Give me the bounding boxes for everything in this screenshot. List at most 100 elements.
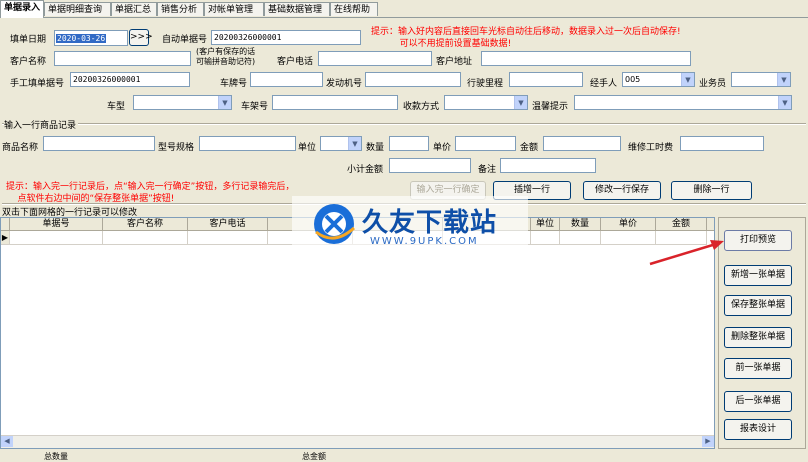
table-cell[interactable] bbox=[10, 231, 103, 245]
chevron-down-icon[interactable]: ▼ bbox=[777, 73, 790, 86]
tab-entry[interactable]: 单据录入 bbox=[0, 0, 44, 18]
tab-strip: 单据录入 单据明细查询 单据汇总 销售分析 对帐单管理 基础数据管理 在线帮助 bbox=[0, 0, 808, 18]
col-header-more bbox=[707, 218, 714, 231]
watermark-url: WWW.9UPK.COM bbox=[370, 236, 479, 247]
handler-label: 经手人 bbox=[590, 79, 618, 89]
scroll-left-icon[interactable]: ◀ bbox=[1, 436, 13, 447]
tip-select[interactable]: ▼ bbox=[574, 95, 792, 110]
product-name-input[interactable] bbox=[43, 136, 155, 151]
new-bill-button[interactable]: 新增一张单据 bbox=[724, 265, 792, 286]
remark-input[interactable] bbox=[500, 158, 596, 173]
auto-no-input[interactable]: 20200326000001 bbox=[211, 30, 361, 45]
customer-phone-label: 客户电话 bbox=[277, 57, 314, 67]
subtotal-input[interactable] bbox=[389, 158, 471, 173]
qty-input[interactable] bbox=[389, 136, 429, 151]
handler-value: 005 bbox=[625, 75, 641, 84]
current-row-pointer-icon: ▶ bbox=[1, 231, 10, 245]
tab-help[interactable]: 在线帮助 bbox=[330, 2, 378, 16]
tab-basic-data[interactable]: 基础数据管理 bbox=[264, 2, 330, 16]
total-qty-label: 总数量 bbox=[44, 452, 68, 461]
engine-label: 发动机号 bbox=[326, 79, 363, 89]
customer-name-label: 客户名称 bbox=[10, 57, 47, 67]
delete-row-button[interactable]: 删除一行 bbox=[671, 181, 752, 200]
item-section-divider bbox=[2, 123, 806, 125]
price-label: 单价 bbox=[433, 143, 452, 153]
frame-input[interactable] bbox=[272, 95, 398, 110]
product-name-label: 商品名称 bbox=[2, 143, 39, 153]
print-preview-button[interactable]: 打印预览 bbox=[724, 230, 792, 251]
fill-date-input[interactable]: 2020-03-26 bbox=[54, 30, 128, 46]
col-header-bill-no[interactable]: 单据号 bbox=[10, 218, 103, 231]
spec-input[interactable] bbox=[199, 136, 296, 151]
row-header-corner bbox=[1, 218, 10, 231]
unit-select[interactable]: ▼ bbox=[320, 136, 362, 151]
item-section-title: 输入一行商品记录 bbox=[4, 118, 79, 131]
watermark: 久友下载站 WWW.9UPK.COM bbox=[292, 196, 528, 256]
labor-fee-label: 维修工时费 bbox=[628, 143, 674, 153]
col-header-price[interactable]: 单价 bbox=[601, 218, 656, 231]
manual-no-input[interactable]: 20200326000001 bbox=[70, 72, 190, 87]
modify-row-save-button[interactable]: 修改一行保存 bbox=[583, 181, 661, 200]
qty-label: 数量 bbox=[366, 143, 385, 153]
unit-label: 单位 bbox=[298, 143, 317, 153]
annotation-arrow-icon bbox=[649, 240, 724, 266]
car-type-label: 车型 bbox=[107, 102, 126, 112]
tab-summary[interactable]: 单据汇总 bbox=[111, 2, 157, 16]
tab-statement[interactable]: 对帐单管理 bbox=[204, 2, 264, 16]
customer-phone-input[interactable] bbox=[318, 51, 432, 66]
plate-label: 车牌号 bbox=[220, 79, 248, 89]
spec-label: 型号规格 bbox=[158, 143, 195, 153]
col-header-customer-name[interactable]: 客户名称 bbox=[103, 218, 188, 231]
payment-label: 收款方式 bbox=[403, 102, 440, 112]
table-cell[interactable] bbox=[188, 231, 268, 245]
entry-hint: 提示：输入好内容后直接回车光标自动往后移动，数据录入过一次后自动保存! 可以不用… bbox=[371, 27, 681, 49]
handler-select[interactable]: 005 ▼ bbox=[622, 72, 695, 87]
watermark-brand: 久友下载站 bbox=[362, 208, 498, 238]
save-bill-button[interactable]: 保存整张单据 bbox=[724, 295, 792, 316]
col-header-amount[interactable]: 金额 bbox=[656, 218, 707, 231]
chevron-down-icon[interactable]: ▼ bbox=[681, 73, 694, 86]
chevron-down-icon[interactable]: ▼ bbox=[218, 96, 231, 109]
tab-detail-query[interactable]: 单据明细查询 bbox=[44, 2, 111, 16]
report-design-button[interactable]: 报表设计 bbox=[724, 419, 792, 440]
fill-date-value: 2020-03-26 bbox=[56, 34, 107, 43]
labor-fee-input[interactable] bbox=[680, 136, 764, 151]
mileage-input[interactable] bbox=[509, 72, 583, 87]
salesman-select[interactable]: ▼ bbox=[731, 72, 791, 87]
amount-label: 金额 bbox=[520, 143, 539, 153]
col-header-customer-phone[interactable]: 客户电话 bbox=[188, 218, 268, 231]
engine-input[interactable] bbox=[365, 72, 461, 87]
totals-bar: 总数量 总金额 bbox=[0, 450, 808, 461]
col-header-unit[interactable]: 单位 bbox=[531, 218, 560, 231]
payment-select[interactable]: ▼ bbox=[444, 95, 528, 110]
customer-name-input[interactable] bbox=[54, 51, 191, 66]
scroll-right-icon[interactable]: ▶ bbox=[702, 436, 714, 447]
chevron-down-icon[interactable]: ▼ bbox=[348, 137, 361, 150]
salesman-label: 业务员 bbox=[699, 79, 727, 89]
next-bill-button[interactable]: 后一张单据 bbox=[724, 391, 792, 412]
chevron-down-icon[interactable]: ▼ bbox=[514, 96, 527, 109]
car-type-select[interactable]: ▼ bbox=[133, 95, 232, 110]
amount-input[interactable] bbox=[543, 136, 621, 151]
previous-bill-button[interactable]: 前一张单据 bbox=[724, 358, 792, 379]
remark-label: 备注 bbox=[478, 165, 497, 175]
table-cell[interactable] bbox=[103, 231, 188, 245]
customer-address-label: 客户地址 bbox=[436, 57, 473, 67]
table-cell[interactable] bbox=[531, 231, 560, 245]
horizontal-scrollbar[interactable]: ◀ ▶ bbox=[1, 435, 714, 448]
item-hint: 提示：输入完一行记录后，点“输入完一行确定”按钮，多行记录输完后， 点软件右边中… bbox=[6, 182, 295, 204]
delete-bill-button[interactable]: 删除整张单据 bbox=[724, 327, 792, 348]
tab-sales-analysis[interactable]: 销售分析 bbox=[157, 2, 204, 16]
total-amount-label: 总金额 bbox=[302, 452, 326, 461]
subtotal-label: 小计金额 bbox=[347, 165, 384, 175]
customer-address-input[interactable] bbox=[481, 51, 691, 66]
plate-input[interactable] bbox=[250, 72, 323, 87]
watermark-logo-icon bbox=[314, 204, 356, 244]
date-picker-button[interactable]: >>> bbox=[129, 29, 153, 46]
customer-pinyin-note: (客户有保存的话 可输拼音助记符) bbox=[196, 47, 256, 66]
table-cell[interactable] bbox=[560, 231, 601, 245]
col-header-qty[interactable]: 数量 bbox=[560, 218, 601, 231]
price-input[interactable] bbox=[455, 136, 516, 151]
manual-no-label: 手工填单据号 bbox=[10, 79, 65, 89]
chevron-down-icon[interactable]: ▼ bbox=[778, 96, 791, 109]
